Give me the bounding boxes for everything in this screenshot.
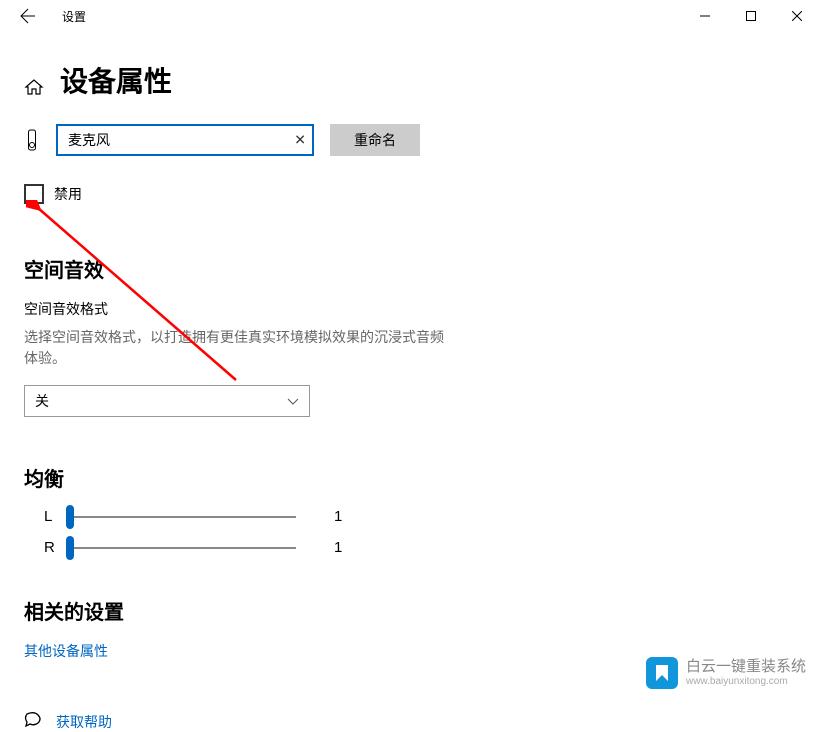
app-title: 设置: [62, 8, 86, 25]
balance-section-title: 均衡: [24, 463, 796, 492]
device-name-input-wrap: ✕: [56, 124, 314, 156]
slider-thumb[interactable]: [66, 505, 74, 529]
balance-right-value: 1: [334, 539, 342, 556]
maximize-button[interactable]: [728, 0, 774, 32]
balance-right-slider[interactable]: [70, 547, 296, 549]
related-settings-section: 相关的设置 其他设备属性: [24, 596, 796, 661]
maximize-icon: [746, 11, 756, 21]
spatial-help-text: 选择空间音效格式，以打造拥有更佳真实环境模拟效果的沉浸式音频体验。: [24, 327, 444, 369]
watermark-url: www.baiyunxitong.com: [686, 676, 806, 687]
close-button[interactable]: [774, 0, 820, 32]
watermark-title: 白云一键重装系统: [686, 659, 806, 676]
titlebar-left: 设置: [0, 0, 86, 32]
dropdown-selected-value: 关: [35, 391, 49, 411]
help-icon: [24, 711, 42, 732]
related-section-title: 相关的设置: [24, 596, 796, 625]
device-name-input[interactable]: [56, 124, 314, 156]
back-button[interactable]: [12, 0, 44, 32]
titlebar: 设置: [0, 0, 820, 32]
slider-thumb[interactable]: [66, 536, 74, 560]
balance-left-label: L: [24, 508, 58, 525]
spatial-audio-section: 空间音效 空间音效格式 选择空间音效格式，以打造拥有更佳真实环境模拟效果的沉浸式…: [24, 254, 796, 417]
get-help-link[interactable]: 获取帮助: [56, 712, 112, 732]
balance-section: 均衡 L 1 R 1: [24, 463, 796, 556]
microphone-icon: [24, 129, 40, 151]
disable-label: 禁用: [54, 184, 82, 204]
home-icon[interactable]: [24, 77, 44, 100]
chevron-down-icon: [287, 393, 299, 409]
spatial-section-title: 空间音效: [24, 254, 796, 283]
get-help-row: 获取帮助: [24, 711, 796, 732]
spatial-format-dropdown[interactable]: 关: [24, 385, 310, 417]
spatial-format-label: 空间音效格式: [24, 299, 796, 319]
watermark-logo-icon: [646, 657, 678, 689]
minimize-button[interactable]: [682, 0, 728, 32]
disable-checkbox[interactable]: [24, 184, 44, 204]
content-area: 设备属性 ✕ 重命名 禁用 空间音效 空间音效格式 选择空间音效格式，以打造拥有…: [0, 32, 820, 732]
rename-button[interactable]: 重命名: [330, 124, 420, 156]
watermark-text: 白云一键重装系统 www.baiyunxitong.com: [686, 659, 806, 687]
other-device-properties-link[interactable]: 其他设备属性: [24, 641, 108, 661]
device-name-row: ✕ 重命名: [24, 124, 796, 156]
balance-right-row: R 1: [24, 539, 796, 556]
page-title: 设备属性: [60, 60, 172, 100]
close-icon: [792, 11, 802, 21]
balance-right-label: R: [24, 539, 58, 556]
disable-row: 禁用: [24, 184, 796, 204]
balance-left-row: L 1: [24, 508, 796, 525]
back-arrow-icon: [20, 8, 36, 24]
balance-left-slider[interactable]: [70, 516, 296, 518]
balance-left-value: 1: [334, 508, 342, 525]
watermark: 白云一键重装系统 www.baiyunxitong.com: [646, 657, 806, 689]
page-header: 设备属性: [24, 52, 796, 124]
minimize-icon: [700, 11, 710, 21]
clear-input-icon[interactable]: ✕: [294, 132, 306, 149]
window-controls: [682, 0, 820, 32]
